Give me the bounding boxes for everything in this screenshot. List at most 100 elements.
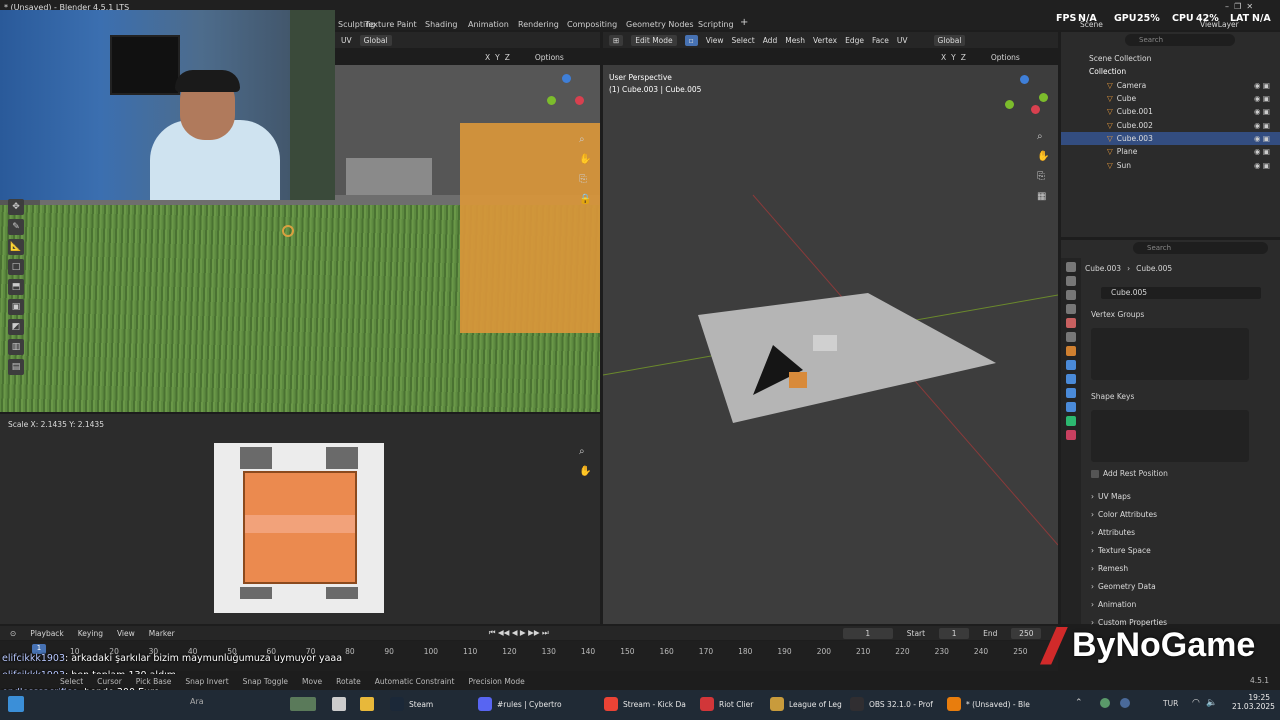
properties-search[interactable]: Search (1133, 242, 1268, 254)
workspace-tab-texture-paint[interactable]: Texture Paint (365, 20, 417, 29)
main-pan-icon[interactable]: ✋ (1037, 147, 1049, 167)
zoom-icon[interactable]: ⌕ (579, 130, 591, 150)
vertex-groups-list[interactable] (1091, 328, 1249, 380)
shape-keys-header[interactable]: Shape Keys (1091, 392, 1134, 401)
taskbar-app[interactable]: * (Unsaved) - Ble (947, 695, 1030, 713)
world-tab-icon[interactable] (1066, 332, 1076, 342)
marker-menu[interactable]: Marker (149, 629, 175, 638)
mesh-name-field[interactable]: Cube.005 (1101, 287, 1261, 299)
tray-app-icon[interactable] (1100, 698, 1110, 708)
window-controls[interactable]: – ❐ ✕ (1225, 2, 1253, 11)
windows-start-icon[interactable] (8, 696, 24, 712)
taskbar-app[interactable]: OBS 32.1.0 - Prof (850, 695, 933, 713)
vertex-menu[interactable]: Vertex (813, 36, 837, 45)
main-grid-icon[interactable]: ▦ (1037, 187, 1049, 207)
properties-section-header[interactable]: › UV Maps (1061, 487, 1280, 505)
end-frame-field[interactable]: 250 (1011, 627, 1042, 639)
visibility-icon[interactable]: ◉ ▣ (1254, 94, 1270, 103)
measure-tool-icon[interactable]: 📐 (8, 239, 24, 255)
bevel-tool-icon[interactable]: ◩ (8, 319, 24, 335)
render-tab-icon[interactable] (1066, 276, 1076, 286)
shape-keys-list[interactable] (1091, 410, 1249, 462)
loop-cut-tool-icon[interactable]: ▥ (8, 339, 24, 355)
current-frame-field[interactable]: 1 (842, 627, 893, 639)
lock-icon[interactable]: 🔒 (579, 190, 591, 210)
uv-island-selected[interactable] (243, 471, 357, 584)
left-options-dropdown[interactable]: Options (535, 53, 564, 62)
network-icon[interactable]: ◠ (1192, 698, 1200, 708)
axis-y-toggle[interactable]: Y (495, 53, 500, 62)
transform-orientation-dropdown[interactable]: Global (359, 34, 392, 46)
workspace-tab-geometry-nodes[interactable]: Geometry Nodes (626, 20, 693, 29)
properties-section-header[interactable]: › Geometry Data (1061, 577, 1280, 595)
add-menu[interactable]: Add (763, 36, 778, 45)
particles-tab-icon[interactable] (1066, 374, 1076, 384)
widgets-icon[interactable] (290, 697, 316, 711)
vertex-select-mode-icon[interactable]: ▫ (684, 34, 698, 46)
visibility-icon[interactable]: ◉ ▣ (1254, 107, 1270, 116)
main-3d-viewport[interactable]: User Perspective (1) Cube.003 | Cube.005… (603, 65, 1058, 624)
add-workspace-icon[interactable]: + (740, 17, 748, 28)
properties-section-header[interactable]: › Animation (1061, 595, 1280, 613)
mode-dropdown[interactable]: Edit Mode (631, 34, 677, 46)
taskbar-app[interactable]: League of Leg (770, 695, 842, 713)
taskbar-search[interactable]: Ara (190, 697, 204, 706)
visibility-icon[interactable]: ◉ ▣ (1254, 81, 1270, 90)
outliner-item[interactable]: ▽ Cube.003 ◉ ▣ (1061, 131, 1280, 146)
move-tool-icon[interactable]: ✥ (8, 199, 24, 215)
axis-z-toggle[interactable]: Z (505, 53, 510, 62)
taskbar-app[interactable]: Riot Clier (700, 695, 753, 713)
start-frame-field[interactable]: 1 (939, 627, 970, 639)
outliner-item[interactable]: ▽ Camera ◉ ▣ (1061, 79, 1280, 92)
data-tab-icon[interactable] (1066, 416, 1076, 426)
modifier-tab-icon[interactable] (1066, 360, 1076, 370)
visibility-icon[interactable]: ◉ ▣ (1254, 147, 1270, 156)
axis-x-toggle[interactable]: X (485, 53, 490, 62)
main-zoom-icon[interactable]: ⌕ (1037, 127, 1049, 147)
select-menu[interactable]: Select (732, 36, 755, 45)
scene-tab-icon[interactable] (1066, 318, 1076, 328)
outliner-item[interactable]: ▽ Cube.001 ◉ ▣ (1061, 105, 1280, 118)
workspace-tab-shading[interactable]: Shading (425, 20, 458, 29)
outliner-item[interactable]: ▽ Sun ◉ ▣ (1061, 158, 1280, 171)
uv-menu-main[interactable]: UV (897, 36, 908, 45)
outliner-item[interactable]: ▽ Cube.002 ◉ ▣ (1061, 118, 1280, 131)
uv-pan-icon[interactable]: ✋ (579, 462, 591, 482)
task-view-icon[interactable] (332, 697, 346, 711)
workspace-tab-animation[interactable]: Animation (468, 20, 509, 29)
file-explorer-icon[interactable] (360, 697, 374, 711)
workspace-tab-scripting[interactable]: Scripting (698, 20, 734, 29)
main-orientation-dropdown[interactable]: Global (933, 34, 966, 46)
visibility-icon[interactable]: ◉ ▣ (1254, 121, 1270, 130)
edge-menu[interactable]: Edge (845, 36, 864, 45)
editor-type-icon[interactable]: ⊞ (609, 34, 624, 46)
taskbar-app[interactable]: Steam (390, 695, 433, 713)
timeline-view-menu[interactable]: View (117, 629, 135, 638)
extrude-tool-icon[interactable]: ⬒ (8, 279, 24, 295)
properties-section-header[interactable]: › Color Attributes (1061, 505, 1280, 523)
tray-chevron-icon[interactable]: ⌃ (1075, 698, 1083, 708)
visibility-icon[interactable]: ◉ ▣ (1254, 161, 1270, 170)
object-tab-icon[interactable] (1066, 346, 1076, 356)
main-navigation-gizmo[interactable] (1003, 73, 1048, 123)
inset-tool-icon[interactable]: ▣ (8, 299, 24, 315)
3d-cursor-icon[interactable] (282, 225, 294, 237)
clock[interactable]: 19:25 21.03.2025 (1232, 693, 1275, 711)
camera-view-icon[interactable]: ⎘ (579, 170, 591, 190)
vertex-groups-header[interactable]: Vertex Groups (1091, 310, 1144, 319)
workspace-tab-compositing[interactable]: Compositing (567, 20, 617, 29)
taskbar-app[interactable]: #rules | Cybertro (478, 695, 562, 713)
volume-icon[interactable]: 🔈 (1206, 698, 1217, 708)
main-axis-y-toggle[interactable]: Y (951, 53, 956, 62)
uv-menu[interactable]: UV (341, 36, 352, 45)
uv-editor[interactable]: Scale X: 2.1435 Y: 2.1435 ⌕ ✋ (0, 414, 600, 624)
add-rest-position-row[interactable]: Add Rest Position (1091, 469, 1168, 478)
properties-section-header[interactable]: › Remesh (1061, 559, 1280, 577)
tray-steam-icon[interactable] (1120, 698, 1130, 708)
playback-controls[interactable]: ⏮ ◀◀ ◀ ▶ ▶▶ ⏭ (489, 628, 549, 638)
face-menu[interactable]: Face (872, 36, 889, 45)
physics-tab-icon[interactable] (1066, 388, 1076, 398)
outliner-item[interactable]: ▽ Cube ◉ ▣ (1061, 92, 1280, 105)
scene-collection-row[interactable]: Scene Collection (1061, 52, 1280, 65)
playback-menu[interactable]: Playback (30, 629, 63, 638)
